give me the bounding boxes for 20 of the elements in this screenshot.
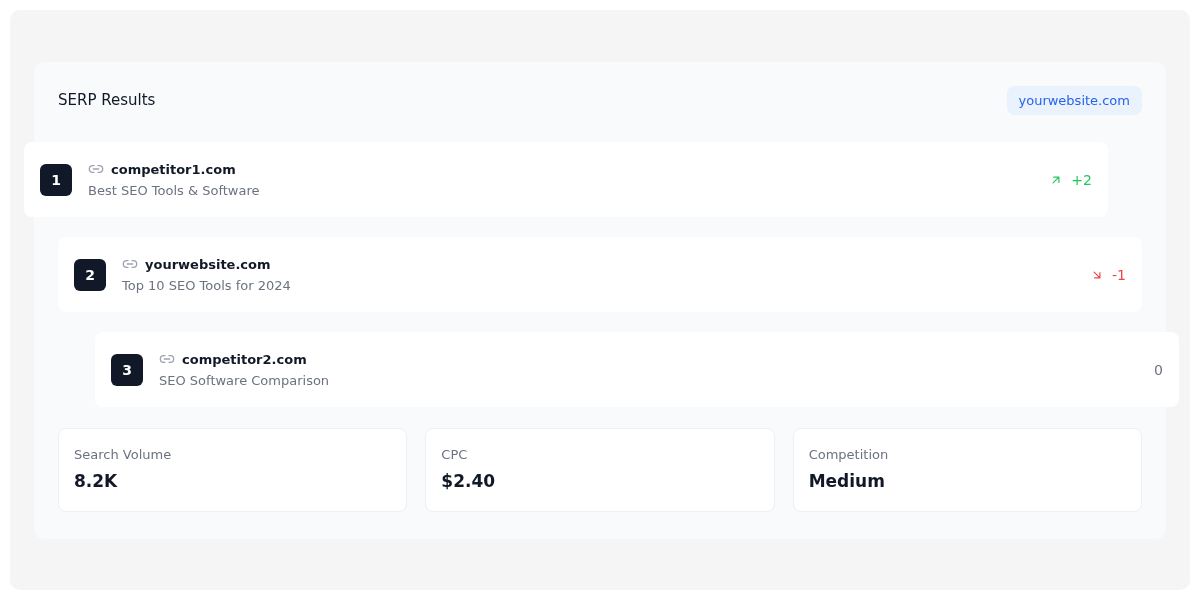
stat-value: 8.2K (74, 471, 119, 491)
stat-label: CPC (441, 447, 469, 462)
result-domain: competitor1.com (111, 161, 236, 177)
result-title: SEO Software Comparison (159, 373, 331, 388)
result-title: Top 10 SEO Tools for 2024 (122, 278, 292, 293)
site-tag: yourwebsite.com (1006, 85, 1142, 115)
rank-number: 1 (40, 163, 72, 196)
stat-value: Medium (808, 471, 886, 491)
stat-value: $2.40 (441, 471, 497, 491)
rank-change: +2 (1071, 171, 1092, 188)
stat-label: Search Volume (74, 447, 173, 462)
stat-label: Competition (808, 447, 890, 462)
rank-change: 0 (1154, 361, 1163, 378)
result-domain: yourwebsite.com (145, 256, 271, 272)
result-title: Best SEO Tools & Software (88, 183, 261, 198)
rank-change: -1 (1112, 266, 1126, 283)
rank-number: 2 (74, 258, 106, 291)
panel-title: SERP Results (58, 91, 156, 109)
result-domain: competitor2.com (182, 351, 307, 367)
rank-number: 3 (111, 353, 143, 386)
